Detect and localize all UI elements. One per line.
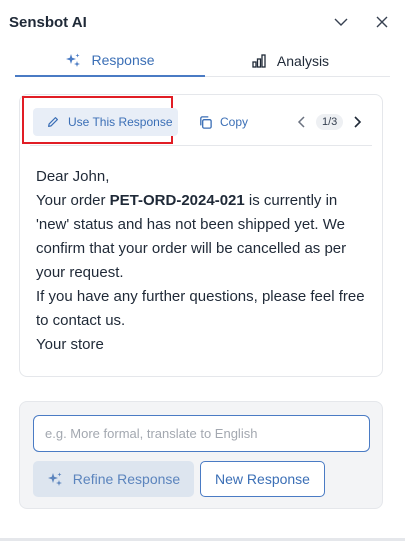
close-button[interactable] [372, 12, 392, 32]
sensbot-panel: Sensbot AI Response Analysis Use This Re… [0, 0, 405, 541]
chevron-right-icon [354, 116, 362, 128]
use-response-button[interactable]: Use This Response [33, 108, 178, 136]
tab-analysis[interactable]: Analysis [195, 44, 385, 77]
response-message: Dear John, Your order PET-ORD-2024-021 i… [36, 165, 372, 357]
new-response-button[interactable]: New Response [200, 461, 325, 497]
panel-title: Sensbot AI [9, 14, 87, 31]
refine-area: Refine Response New Response [19, 401, 383, 509]
use-response-label: Use This Response [68, 115, 173, 129]
message-line-2: If you have any further questions, pleas… [36, 288, 365, 329]
response-card: Use This Response Copy 1/3 Dear John, Yo… [19, 94, 383, 377]
next-response-button[interactable] [349, 114, 365, 130]
pencil-icon [48, 117, 58, 127]
message-signoff: Your store [36, 336, 104, 353]
tab-analysis-label: Analysis [276, 52, 330, 69]
tab-response[interactable]: Response [15, 44, 205, 77]
copy-button[interactable]: Copy [198, 108, 248, 136]
sparkle-icon [47, 472, 62, 486]
tab-response-label: Response [91, 51, 155, 68]
page-indicator: 1/3 [316, 114, 344, 130]
refine-input[interactable] [33, 415, 370, 452]
new-response-label: New Response [215, 471, 310, 487]
bar-chart-icon [252, 53, 266, 68]
refine-response-label: Refine Response [72, 471, 181, 487]
panel-header: Sensbot AI [0, 0, 405, 44]
copy-icon [200, 115, 212, 129]
copy-label: Copy [220, 115, 249, 129]
message-greeting: Dear John, [36, 168, 110, 185]
chevron-down-icon [334, 18, 348, 26]
collapse-button[interactable] [331, 12, 351, 32]
message-line-1: Your order PET-ORD-2024-021 is currently… [36, 192, 347, 281]
close-icon [376, 16, 388, 28]
order-id: PET-ORD-2024-021 [109, 192, 245, 209]
response-toolbar: Use This Response Copy 1/3 [22, 95, 372, 146]
sparkle-icon [66, 53, 81, 67]
prev-response-button[interactable] [294, 114, 310, 130]
response-pager: 1/3 [294, 109, 365, 135]
refine-response-button[interactable]: Refine Response [33, 461, 194, 497]
tab-bar: Response Analysis [15, 44, 390, 77]
chevron-left-icon [297, 116, 305, 128]
